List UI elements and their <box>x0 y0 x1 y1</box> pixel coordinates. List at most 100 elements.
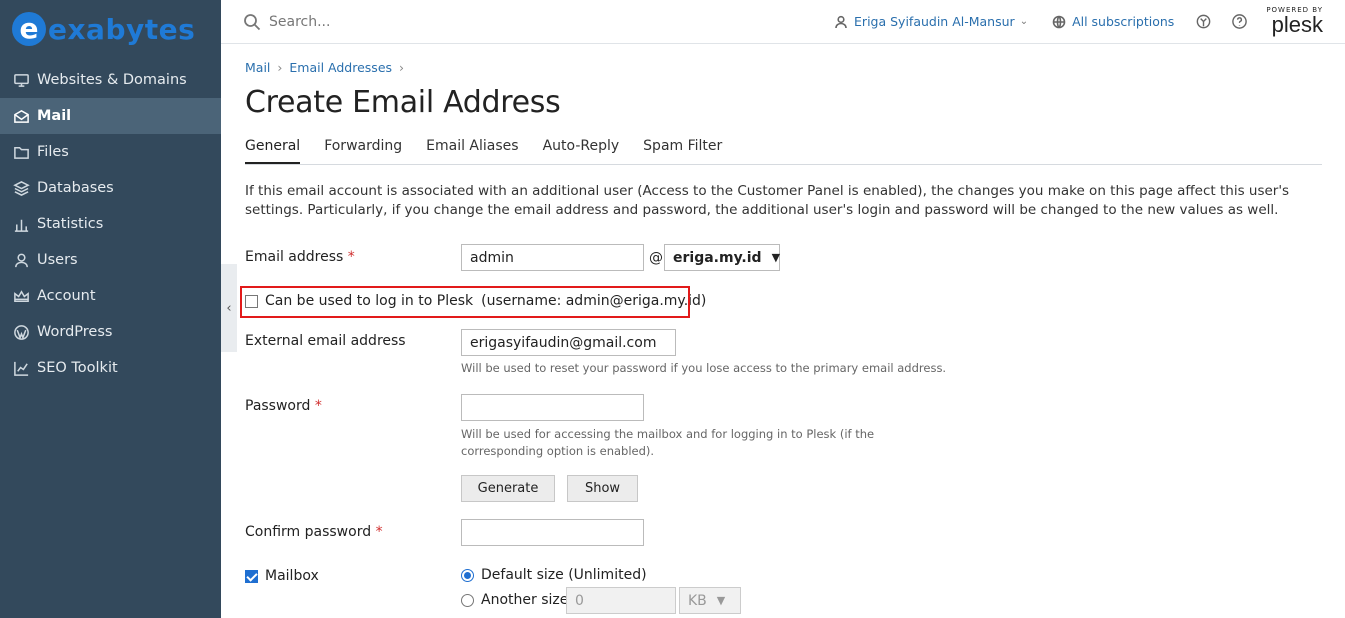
breadcrumb-separator: › <box>277 60 283 75</box>
confirm-password-label: Confirm password * <box>245 524 383 540</box>
sidebar-item-seo-toolkit[interactable]: SEO Toolkit <box>0 350 221 386</box>
highlight-box <box>240 286 690 318</box>
required-mark: * <box>375 524 383 540</box>
sidebar-item-label: Users <box>37 252 78 268</box>
default-size-option: Default size (Unlimited) <box>461 567 647 583</box>
chevron-left-icon: ‹ <box>226 300 232 316</box>
info-text: If this email account is associated with… <box>245 183 1290 218</box>
chevron-down-icon: ▼ <box>771 251 781 264</box>
external-email-input[interactable] <box>461 329 676 356</box>
bar-chart-icon <box>12 215 30 233</box>
sidebar-item-wordpress[interactable]: WordPress <box>0 314 221 350</box>
user-icon <box>12 251 30 269</box>
subscriptions-link[interactable]: All subscriptions <box>1052 14 1174 29</box>
sidebar-item-label: Files <box>37 144 69 160</box>
sidebar-item-label: Statistics <box>37 216 104 232</box>
size-unit-select[interactable]: KB ▼ <box>679 587 741 614</box>
confirm-password-label-text: Confirm password <box>245 524 372 540</box>
monitor-icon <box>12 71 30 89</box>
email-address-label-text: Email address <box>245 249 344 265</box>
search-placeholder: Search... <box>269 13 331 30</box>
tab-forwarding[interactable]: Forwarding <box>324 138 402 164</box>
mailbox-label: Mailbox <box>265 568 319 584</box>
sidebar-item-mail[interactable]: Mail <box>0 98 221 134</box>
tab-general[interactable]: General <box>245 138 301 164</box>
crown-icon <box>12 287 30 305</box>
domain-value: eriga.my.id <box>673 249 762 266</box>
generate-button[interactable]: Generate <box>461 475 555 502</box>
tab-bar: General Forwarding Email Aliases Auto-Re… <box>245 138 1322 165</box>
sidebar-item-label: WordPress <box>37 324 113 340</box>
globe-icon <box>1052 15 1066 28</box>
password-hint: Will be used for accessing the mailbox a… <box>461 427 875 458</box>
user-menu[interactable]: Eriga Syifaudin Al-Mansur ⌄ <box>834 14 1028 29</box>
sidebar-item-users[interactable]: Users <box>0 242 221 278</box>
breadcrumb-mail[interactable]: Mail <box>245 60 270 75</box>
default-size-radio[interactable] <box>461 568 474 582</box>
external-email-label: External email address <box>245 333 406 349</box>
size-unit-value: KB <box>688 592 707 609</box>
email-address-label: Email address * <box>245 249 355 265</box>
breadcrumb-email-addresses[interactable]: Email Addresses <box>289 60 392 75</box>
sidebar-item-statistics[interactable]: Statistics <box>0 206 221 242</box>
breadcrumb: Mail › Email Addresses › <box>245 60 1322 75</box>
topbar-actions: Eriga Syifaudin Al-Mansur ⌄ All subscrip… <box>834 7 1345 36</box>
external-email-hint: Will be used to reset your password if y… <box>461 361 947 375</box>
sidebar-item-websites-domains[interactable]: Websites & Domains <box>0 62 221 98</box>
help-button[interactable] <box>1230 13 1248 31</box>
sidebar-item-label: Websites & Domains <box>37 72 187 88</box>
puzzle-icon <box>1196 14 1211 29</box>
at-sign: @ <box>649 250 663 266</box>
main-content: Mail › Email Addresses › Create Email Ad… <box>245 44 1322 220</box>
sidebar-item-databases[interactable]: Databases <box>0 170 221 206</box>
password-input[interactable] <box>461 394 644 421</box>
sidebar-item-account[interactable]: Account <box>0 278 221 314</box>
sidebar-item-label: Databases <box>37 180 114 196</box>
user-icon <box>835 15 847 28</box>
logo-text: exabytes <box>48 12 196 46</box>
plesk-logo: POWERED BY plesk <box>1266 7 1323 36</box>
confirm-password-input[interactable] <box>461 519 644 546</box>
domain-select[interactable]: eriga.my.id ▼ <box>664 244 780 271</box>
tab-spam-filter[interactable]: Spam Filter <box>643 138 722 164</box>
required-mark: * <box>347 249 355 265</box>
sidebar-item-files[interactable]: Files <box>0 134 221 170</box>
chevron-down-icon: ▼ <box>716 594 726 607</box>
tab-email-aliases[interactable]: Email Aliases <box>426 138 518 164</box>
email-local-part-input[interactable] <box>461 244 644 271</box>
required-mark: * <box>314 398 322 414</box>
mailbox-size-input[interactable] <box>566 587 676 614</box>
mailbox-checkbox[interactable] <box>245 569 258 583</box>
extensions-button[interactable] <box>1194 13 1212 31</box>
another-size-option: Another size <box>461 592 568 608</box>
subscriptions-label: All subscriptions <box>1072 14 1175 29</box>
page-title: Create Email Address <box>245 85 561 120</box>
chevron-down-icon: ⌄ <box>1019 16 1029 27</box>
another-size-label: Another size <box>481 592 569 608</box>
default-size-label: Default size (Unlimited) <box>481 567 647 583</box>
database-icon <box>12 179 30 197</box>
sidebar-item-label: Account <box>37 288 96 304</box>
mailbox-option: Mailbox <box>245 568 319 584</box>
mail-icon <box>12 107 30 125</box>
folder-icon <box>12 143 30 161</box>
topbar: Search... Eriga Syifaudin Al-Mansur ⌄ Al… <box>221 0 1345 44</box>
breadcrumb-separator: › <box>399 60 405 75</box>
search-icon <box>244 13 261 30</box>
another-size-radio[interactable] <box>461 593 474 607</box>
password-label-text: Password <box>245 398 311 414</box>
seo-chart-icon <box>12 359 30 377</box>
sidebar: e exabytes Websites & Domains Mail Files… <box>0 0 221 618</box>
show-button[interactable]: Show <box>567 475 638 502</box>
help-icon <box>1231 14 1247 29</box>
sidebar-collapse-handle[interactable]: ‹ <box>221 264 237 352</box>
brand-logo[interactable]: e exabytes <box>0 0 221 58</box>
tab-auto-reply[interactable]: Auto-Reply <box>543 138 620 164</box>
user-name: Eriga Syifaudin Al-Mansur <box>854 14 1015 29</box>
password-label: Password * <box>245 398 322 414</box>
logo-mark: e <box>12 12 46 46</box>
sidebar-item-label: SEO Toolkit <box>37 360 118 376</box>
wordpress-icon <box>12 323 30 341</box>
search-box[interactable]: Search... <box>243 13 330 31</box>
sidebar-nav: Websites & Domains Mail Files Databases … <box>0 62 221 386</box>
